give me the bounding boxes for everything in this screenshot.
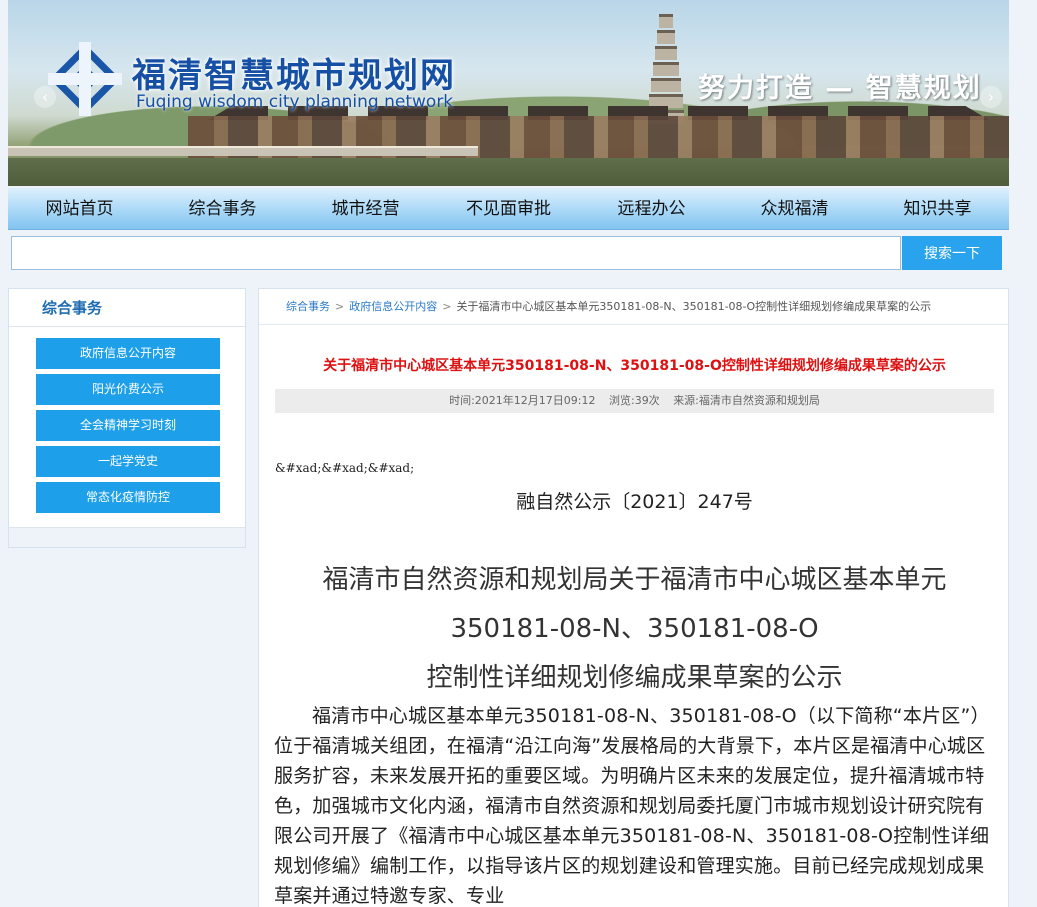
nav-item-knowledge-sharing[interactable]: 知识共享 xyxy=(866,188,1009,229)
notice-heading-line-2: 350181-08-N、350181-08-O xyxy=(450,614,819,644)
notice-heading-line-1: 福清市自然资源和规划局关于福清市中心城区基本单元 xyxy=(322,565,947,595)
search-input[interactable] xyxy=(11,236,901,270)
breadcrumb: 综合事务 > 政府信息公开内容 > 关于福清市中心城区基本单元350181-08-N、3… xyxy=(259,289,1008,325)
breadcrumb-separator: > xyxy=(442,300,452,313)
banner-prev-arrow-icon[interactable]: ‹ xyxy=(34,86,56,108)
sidebar-list: 政府信息公开内容 阳光价费公示 全会精神学习时刻 一起学党史 常态化疫情防控 xyxy=(9,327,245,513)
site-subtitle: Fuqing wisdom city planning network xyxy=(136,92,454,112)
search-button[interactable]: 搜索一下 xyxy=(902,236,1002,270)
article-time: 时间:2021年12月17日09:12 xyxy=(449,394,596,407)
breadcrumb-current: 关于福清市中心城区基本单元350181-08-N、350181-08-O控制性详… xyxy=(456,300,932,313)
banner-next-arrow-icon[interactable]: › xyxy=(980,86,1002,108)
sidebar-item-plenary-study[interactable]: 全会精神学习时刻 xyxy=(36,410,220,441)
document-number: 融自然公示〔2021〕247号 xyxy=(516,491,753,513)
nav-item-city-management[interactable]: 城市经营 xyxy=(294,188,437,229)
article-source: 来源:福清市自然资源和规划局 xyxy=(673,394,820,407)
main-nav: 网站首页 综合事务 城市经营 不见面审批 远程办公 众规福清 知识共享 xyxy=(8,188,1009,230)
site-title: 福清智慧城市规划网 xyxy=(132,56,456,96)
notice-heading-line-3: 控制性详细规划修编成果草案的公示 xyxy=(426,663,843,693)
sidebar-footer xyxy=(9,527,245,547)
sidebar-item-price-disclosure[interactable]: 阳光价费公示 xyxy=(36,374,220,405)
banner-slogan: 努力打造 — 智慧规划 xyxy=(698,73,982,104)
article-body: 福清市中心城区基本单元350181-08-N、350181-08-O（以下简称“… xyxy=(274,705,990,907)
nav-item-home[interactable]: 网站首页 xyxy=(8,188,151,229)
nav-item-general-affairs[interactable]: 综合事务 xyxy=(151,188,294,229)
article-meta: 时间:2021年12月17日09:12 浏览:39次 来源:福清市自然资源和规划… xyxy=(275,389,994,413)
header-banner: 福清智慧城市规划网 Fuqing wisdom city planning ne… xyxy=(8,0,1009,186)
sidebar-item-epidemic-control[interactable]: 常态化疫情防控 xyxy=(36,482,220,513)
nav-item-public-planning[interactable]: 众规福清 xyxy=(723,188,866,229)
article-views: 浏览:39次 xyxy=(608,394,660,407)
site-logo-icon xyxy=(48,42,122,116)
banner-water xyxy=(8,158,1009,186)
nav-item-remote-office[interactable]: 远程办公 xyxy=(580,188,723,229)
article-panel: 综合事务 > 政府信息公开内容 > 关于福清市中心城区基本单元350181-08-N、3… xyxy=(258,288,1009,907)
sidebar-title: 综合事务 xyxy=(9,289,245,327)
banner-bridge xyxy=(8,146,478,156)
sidebar-item-party-history[interactable]: 一起学党史 xyxy=(36,446,220,477)
sidebar-item-gov-info[interactable]: 政府信息公开内容 xyxy=(36,338,220,369)
breadcrumb-general-affairs[interactable]: 综合事务 xyxy=(286,300,330,313)
nav-item-remote-approval[interactable]: 不见面审批 xyxy=(437,188,580,229)
breadcrumb-gov-info[interactable]: 政府信息公开内容 xyxy=(349,300,437,313)
article-title: 关于福清市中心城区基本单元350181-08-N、350181-08-O控制性详… xyxy=(323,358,946,374)
sidebar: 综合事务 政府信息公开内容 阳光价费公示 全会精神学习时刻 一起学党史 常态化疫… xyxy=(8,288,246,548)
article-raw-entities: &#xad;&#xad;&#xad; xyxy=(275,461,415,475)
breadcrumb-separator: > xyxy=(335,300,345,313)
